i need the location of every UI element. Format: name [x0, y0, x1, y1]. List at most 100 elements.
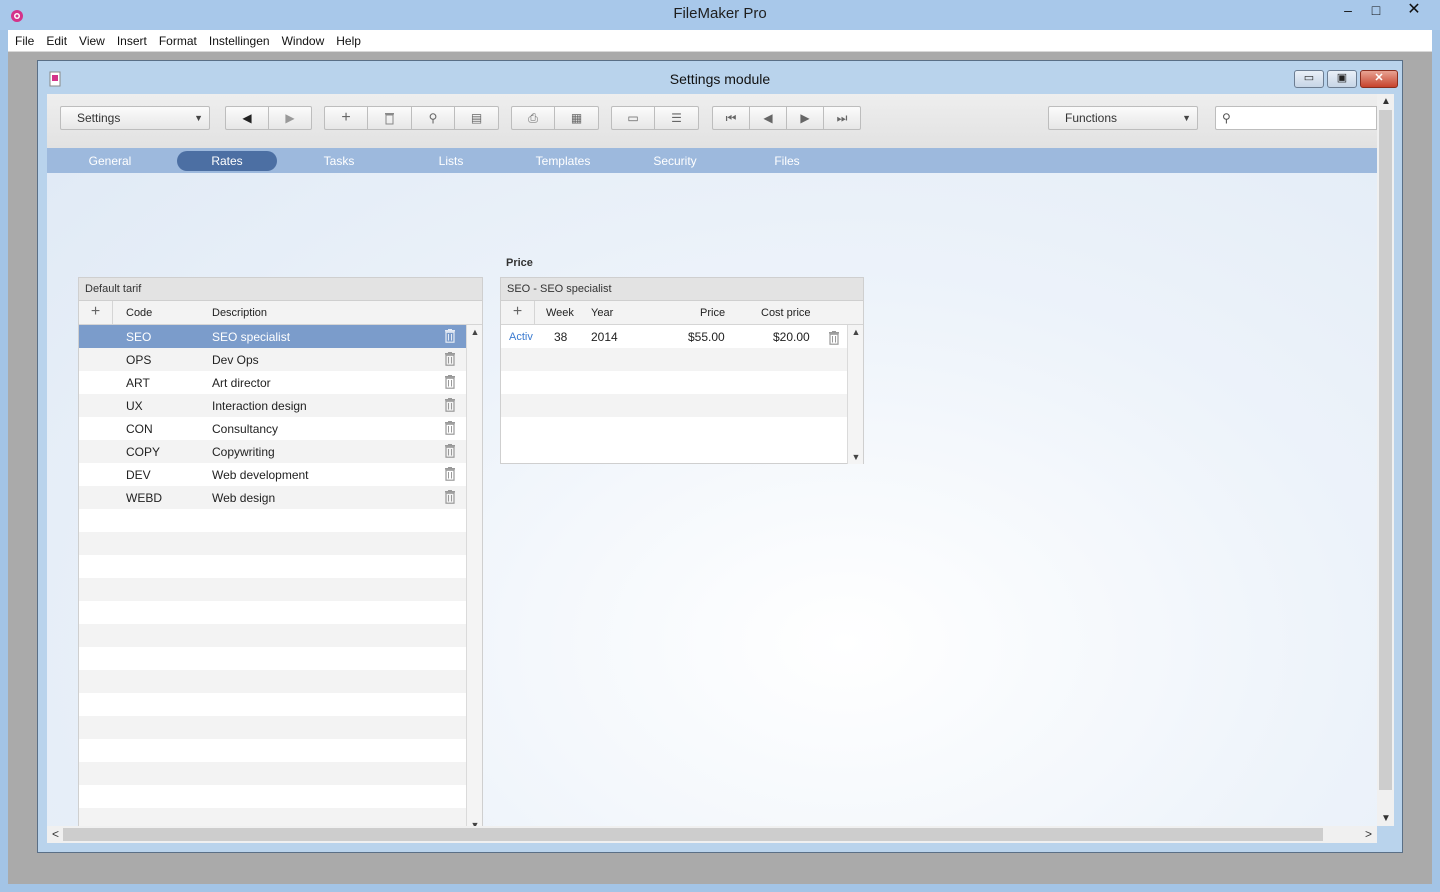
scroll-left-icon[interactable]: < [52, 827, 59, 841]
app-close-button[interactable]: ✕ [1392, 0, 1436, 22]
menu-window[interactable]: Window [276, 30, 331, 52]
menu-view[interactable]: View [73, 30, 111, 52]
find-button[interactable]: ⚲ [412, 106, 455, 130]
trash-icon[interactable] [444, 467, 456, 481]
tarif-empty-row [79, 578, 466, 601]
add-record-button[interactable]: + [324, 106, 368, 130]
layout-content: Settings ▼ ◀ ▶ + ⚲ ▤ ⎙ ▦ ▭ ☰ ⏮ ◀ ▶ ⏭ Fun… [47, 94, 1377, 826]
price-scrollbar[interactable]: ▲ ▼ [847, 325, 863, 464]
menu-instellingen[interactable]: Instellingen [203, 30, 276, 52]
price-empty-row [501, 371, 847, 394]
tarif-description: Web design [212, 491, 276, 505]
layout-select[interactable]: Settings ▼ [60, 106, 210, 130]
tab-security[interactable]: Security [625, 151, 725, 171]
doc-close-button[interactable]: ✕ [1360, 70, 1398, 88]
app-maximize-button[interactable]: □ [1362, 0, 1390, 22]
first-record-button[interactable]: ⏮ [712, 106, 750, 130]
trash-icon[interactable] [444, 444, 456, 458]
default-tarif-title: Default tarif [79, 278, 482, 301]
trash-icon[interactable] [444, 329, 456, 343]
export-button[interactable]: ▦ [555, 106, 599, 130]
scroll-up-icon[interactable]: ▲ [467, 327, 483, 337]
trash-icon[interactable] [444, 421, 456, 435]
chevron-down-icon: ▼ [1182, 113, 1191, 123]
price-section-label: Price [506, 257, 533, 269]
tarif-empty-row [79, 532, 466, 555]
trash-icon[interactable] [444, 352, 456, 366]
tarif-empty-row [79, 555, 466, 578]
last-record-button[interactable]: ⏭ [824, 106, 861, 130]
menu-edit[interactable]: Edit [40, 30, 73, 52]
tarif-row[interactable]: SEO SEO specialist [79, 325, 466, 348]
tarif-row[interactable]: DEV Web development [79, 463, 466, 486]
doc-maximize-button[interactable]: ▣ [1327, 70, 1357, 88]
prev-record-button[interactable]: ◀ [750, 106, 787, 130]
tarif-row[interactable]: ART Art director [79, 371, 466, 394]
tarif-code: WEBD [126, 491, 162, 505]
tarif-description: Consultancy [212, 422, 279, 436]
tab-general[interactable]: General [60, 151, 160, 171]
cards-button[interactable]: ▤ [455, 106, 499, 130]
price-rows: Activ 38 2014 $55.00 $20.00 [501, 325, 847, 440]
tab-files[interactable]: Files [737, 151, 837, 171]
back-button[interactable]: ◀ [225, 106, 269, 130]
price-row[interactable]: Activ 38 2014 $55.00 $20.00 [501, 325, 847, 348]
functions-select[interactable]: Functions ▼ [1048, 106, 1198, 130]
trash-icon[interactable] [828, 331, 840, 345]
scroll-down-icon[interactable]: ▼ [848, 452, 864, 462]
tarif-description: SEO specialist [212, 330, 291, 344]
trash-icon[interactable] [444, 490, 456, 504]
menu-file[interactable]: File [9, 30, 40, 52]
tarif-row[interactable]: OPS Dev Ops [79, 348, 466, 371]
menu-insert[interactable]: Insert [111, 30, 153, 52]
trash-icon[interactable] [444, 398, 456, 412]
default-tarif-panel: Default tarif + Code Description SEO SEO … [78, 277, 483, 826]
tab-rates[interactable]: Rates [177, 151, 277, 171]
add-tarif-button[interactable]: + [79, 301, 113, 325]
search-input[interactable]: ⚲ [1215, 106, 1377, 130]
scroll-up-icon[interactable]: ▲ [1381, 96, 1391, 107]
form-view-button[interactable]: ▭ [611, 106, 655, 130]
cost-price-value: $20.00 [773, 330, 810, 344]
tarif-row[interactable]: WEBD Web design [79, 486, 466, 509]
scroll-down-icon[interactable]: ▼ [1381, 813, 1391, 824]
doc-vertical-thumb[interactable] [1379, 110, 1392, 790]
add-price-button[interactable]: + [501, 301, 535, 325]
tab-templates[interactable]: Templates [513, 151, 613, 171]
app-minimize-button[interactable]: – [1334, 0, 1362, 22]
functions-select-value: Functions [1065, 111, 1118, 125]
tab-lists[interactable]: Lists [401, 151, 501, 171]
doc-minimize-button[interactable]: ▭ [1294, 70, 1324, 88]
tarif-code: UX [126, 399, 143, 413]
delete-record-button[interactable] [368, 106, 412, 130]
tarif-row[interactable]: UX Interaction design [79, 394, 466, 417]
doc-horizontal-thumb[interactable] [63, 828, 1323, 841]
list-view-button[interactable]: ☰ [655, 106, 699, 130]
next-record-button[interactable]: ▶ [787, 106, 824, 130]
menu-help[interactable]: Help [330, 30, 367, 52]
column-price: Price [700, 307, 726, 319]
search-icon: ⚲ [1222, 111, 1231, 125]
tarif-row[interactable]: CON Consultancy [79, 417, 466, 440]
tarif-row[interactable]: COPY Copywriting [79, 440, 466, 463]
toolbar: Settings ▼ ◀ ▶ + ⚲ ▤ ⎙ ▦ ▭ ☰ ⏮ ◀ ▶ ⏭ Fun… [47, 94, 1377, 148]
doc-vertical-scrollbar[interactable]: ▲ ▼ [1377, 94, 1394, 826]
price-status[interactable]: Activ [509, 331, 533, 343]
price-week: 38 [554, 330, 568, 344]
app-titlebar: FileMaker Pro – □ ✕ [0, 0, 1440, 30]
menu-format[interactable]: Format [153, 30, 203, 52]
tarif-code: ART [126, 376, 150, 390]
trash-icon[interactable] [444, 375, 456, 389]
tarif-description: Copywriting [212, 445, 275, 459]
print-button[interactable]: ⎙ [511, 106, 555, 130]
scroll-up-icon[interactable]: ▲ [848, 327, 864, 337]
chevron-down-icon: ▼ [194, 113, 203, 123]
tarif-scrollbar[interactable]: ▲ ▼ [466, 325, 482, 826]
tarif-code: COPY [126, 445, 161, 459]
tab-tasks[interactable]: Tasks [289, 151, 389, 171]
view-button-group: ▭ ☰ [611, 106, 699, 130]
scroll-right-icon[interactable]: > [1365, 827, 1372, 841]
tarif-description: Web development [212, 468, 309, 482]
doc-horizontal-scrollbar[interactable]: < > [47, 826, 1377, 843]
forward-button[interactable]: ▶ [269, 106, 312, 130]
